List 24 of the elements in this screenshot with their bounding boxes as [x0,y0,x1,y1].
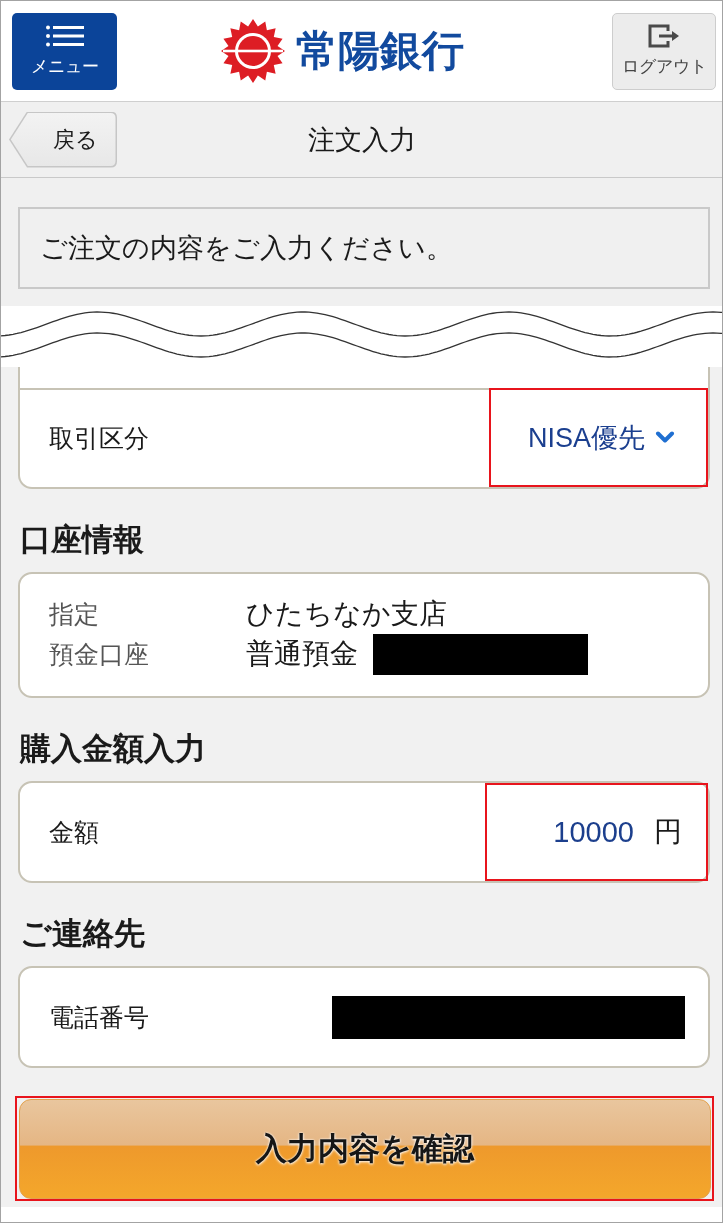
back-button[interactable]: 戻る [9,111,117,168]
menu-button[interactable]: メニュー [12,12,117,90]
amount-input[interactable]: 10000 [547,812,634,852]
sun-emblem-icon [221,19,285,83]
field-label: 指定 [49,599,99,630]
section-heading: 口座情報 [20,521,144,558]
account-value: 普通預金 [246,637,358,671]
bank-logo-text: 常陽銀行 [296,30,464,72]
confirm-button[interactable]: 入力内容を確認 [19,1099,711,1199]
section-heading: 購入金額入力 [20,730,206,767]
field-label: 預金口座 [49,639,149,670]
field-label: 金額 [49,816,99,848]
instruction-message: ご注文の内容をご入力ください。 [18,207,710,289]
chevron-down-icon [655,431,675,444]
trade-type-select[interactable]: NISA優先 [527,419,675,456]
field-label: 電話番号 [49,1001,149,1033]
section-heading: ご連絡先 [20,915,145,952]
logout-button[interactable]: ログアウト [612,12,716,90]
menu-icon [45,24,84,47]
account-value: ひたちなか支店 [246,597,447,631]
field-label: 取引区分 [49,423,149,454]
page-title: 注文入力 [307,123,416,157]
logout-icon [648,24,680,48]
unit-label: 円 [654,815,682,849]
